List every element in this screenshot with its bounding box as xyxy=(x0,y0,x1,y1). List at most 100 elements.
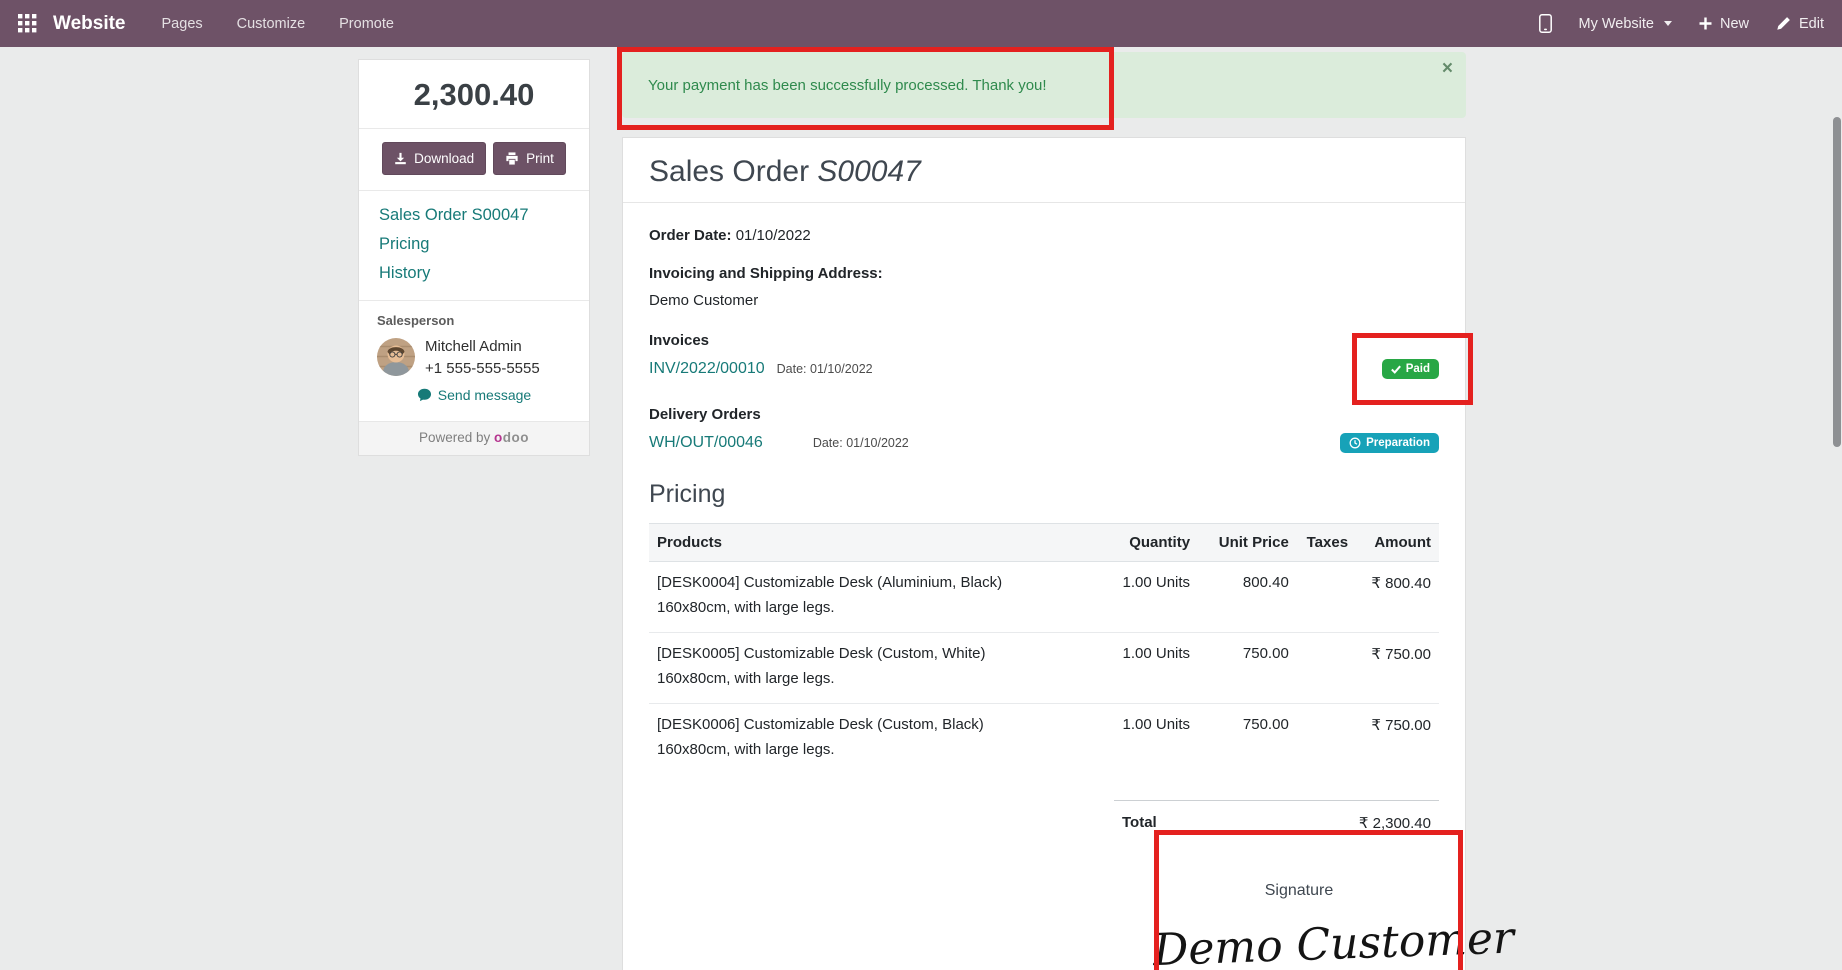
chat-bubble-icon xyxy=(417,388,432,402)
send-message-link[interactable]: Send message xyxy=(417,387,531,403)
plus-icon xyxy=(1699,17,1712,30)
total-amount: ₹ 2,300.40 xyxy=(1359,814,1431,832)
signature-label: Signature xyxy=(1153,882,1445,900)
order-title-prefix: Sales Order xyxy=(649,155,817,188)
invoice-date: Date: 01/10/2022 xyxy=(777,362,873,376)
odoo-logo-rest: doo xyxy=(503,430,529,445)
invoice-date-label: Date: xyxy=(777,362,807,376)
odoo-logo[interactable]: o xyxy=(494,430,503,445)
product-amount: ₹ 800.40 xyxy=(1356,562,1439,633)
top-navbar: Website Pages Customize Promote My Websi… xyxy=(0,0,1842,47)
download-button[interactable]: Download xyxy=(382,142,486,175)
delivery-row: WH/OUT/00046 Date: 01/10/2022 Preparatio… xyxy=(649,433,1439,453)
download-label: Download xyxy=(414,151,474,166)
address-value: Demo Customer xyxy=(649,292,1439,309)
navbar-left: Website Pages Customize Promote xyxy=(18,13,428,35)
product-name: [DESK0006] Customizable Desk (Custom, Bl… xyxy=(657,716,1083,733)
check-icon xyxy=(1391,365,1401,374)
print-label: Print xyxy=(526,151,554,166)
invoice-row: INV/2022/00010 Date: 01/10/2022 Paid xyxy=(649,359,1439,379)
vertical-scrollbar[interactable] xyxy=(1833,117,1841,447)
nav-item-pages[interactable]: Pages xyxy=(162,16,203,32)
product-taxes xyxy=(1297,704,1356,775)
navbar-right: My Website New Edit xyxy=(1539,14,1825,33)
delivery-date: Date: 01/10/2022 xyxy=(813,436,909,450)
table-row: [DESK0005] Customizable Desk (Custom, Wh… xyxy=(649,633,1439,704)
pencil-icon xyxy=(1776,16,1791,31)
nav-item-promote[interactable]: Promote xyxy=(339,16,394,32)
salesperson-heading: Salesperson xyxy=(377,313,571,328)
delivery-link[interactable]: WH/OUT/00046 xyxy=(649,434,763,452)
edit-button[interactable]: Edit xyxy=(1776,16,1824,32)
powered-by-label: Powered by xyxy=(419,430,490,445)
salesperson-row: Mitchell Admin +1 555-555-5555 xyxy=(377,338,571,377)
product-name: [DESK0004] Customizable Desk (Aluminium,… xyxy=(657,574,1083,591)
signature-handwriting: Demo Customer xyxy=(1152,915,1446,970)
product-quantity: 1.00 Units xyxy=(1091,704,1198,775)
sidebar-nav-links: Sales Order S00047 Pricing History xyxy=(359,191,589,301)
total-row: Total ₹ 2,300.40 xyxy=(1114,800,1439,832)
mobile-preview-button[interactable] xyxy=(1539,14,1552,33)
close-icon[interactable]: × xyxy=(1442,59,1453,78)
order-body: Order Date: 01/10/2022 Invoicing and Shi… xyxy=(623,203,1465,970)
col-header-amount: Amount xyxy=(1356,524,1439,562)
page-title: Sales Order S00047 xyxy=(649,155,1439,189)
print-button[interactable]: Print xyxy=(493,142,566,175)
product-quantity: 1.00 Units xyxy=(1091,562,1198,633)
signature-block: Signature Demo Customer Demo Customer xyxy=(1153,882,1445,970)
invoices-label: Invoices xyxy=(649,332,1439,349)
invoice-link[interactable]: INV/2022/00010 xyxy=(649,360,765,378)
preparation-label: Preparation xyxy=(1366,437,1430,449)
product-description: 160x80cm, with large legs. xyxy=(657,741,1083,758)
printer-icon xyxy=(505,152,519,165)
product-taxes xyxy=(1297,633,1356,704)
app-brand-website[interactable]: Website xyxy=(53,13,126,35)
paid-label: Paid xyxy=(1406,363,1430,375)
my-website-dropdown[interactable]: My Website xyxy=(1579,16,1672,32)
product-amount: ₹ 750.00 xyxy=(1356,704,1439,775)
pricing-heading: Pricing xyxy=(649,480,1439,509)
chevron-down-icon xyxy=(1664,21,1672,26)
salesperson-details: Mitchell Admin +1 555-555-5555 xyxy=(425,338,540,377)
pricing-table: Products Quantity Unit Price Taxes Amoun… xyxy=(649,523,1439,774)
product-taxes xyxy=(1297,562,1356,633)
portal-page: Website Pages Customize Promote My Websi… xyxy=(0,0,1842,970)
product-description: 160x80cm, with large legs. xyxy=(657,599,1083,616)
delivery-date-label: Date: xyxy=(813,436,843,450)
salesperson-section: Salesperson Mitchell Admin xyxy=(359,301,589,421)
apps-grid-icon[interactable] xyxy=(18,14,37,33)
total-label: Total xyxy=(1122,814,1157,832)
sidebar-link-sales-order[interactable]: Sales Order S00047 xyxy=(379,206,569,225)
table-row: [DESK0004] Customizable Desk (Aluminium,… xyxy=(649,562,1439,633)
table-row: [DESK0006] Customizable Desk (Custom, Bl… xyxy=(649,704,1439,775)
product-name: [DESK0005] Customizable Desk (Custom, Wh… xyxy=(657,645,1083,662)
apps-grid-glyph xyxy=(18,14,37,33)
product-unit-price: 750.00 xyxy=(1198,704,1297,775)
sidebar-link-pricing[interactable]: Pricing xyxy=(379,235,569,254)
status-badge-preparation: Preparation xyxy=(1340,433,1439,453)
sales-order-card: Sales Order S00047 Order Date: 01/10/202… xyxy=(622,137,1466,970)
order-date-line: Order Date: 01/10/2022 xyxy=(649,227,1439,244)
sidebar-link-history[interactable]: History xyxy=(379,264,569,283)
product-quantity: 1.00 Units xyxy=(1091,633,1198,704)
order-total-amount: 2,300.40 xyxy=(359,60,589,129)
col-header-products: Products xyxy=(649,524,1091,562)
status-badge-paid: Paid xyxy=(1382,359,1439,379)
product-unit-price: 800.40 xyxy=(1198,562,1297,633)
my-website-label: My Website xyxy=(1579,16,1654,32)
avatar xyxy=(377,338,415,376)
invoice-date-value: 01/10/2022 xyxy=(810,362,873,376)
order-date-label: Order Date: xyxy=(649,227,732,244)
download-icon xyxy=(394,152,407,165)
address-label: Invoicing and Shipping Address: xyxy=(649,265,1439,282)
order-header: Sales Order S00047 xyxy=(623,138,1465,203)
product-unit-price: 750.00 xyxy=(1198,633,1297,704)
nav-item-customize[interactable]: Customize xyxy=(237,16,306,32)
table-header-row: Products Quantity Unit Price Taxes Amoun… xyxy=(649,524,1439,562)
powered-by-footer: Powered by odoo xyxy=(359,421,589,455)
edit-label: Edit xyxy=(1799,16,1824,32)
product-description: 160x80cm, with large legs. xyxy=(657,670,1083,687)
new-button[interactable]: New xyxy=(1699,16,1749,32)
delivery-date-value: 01/10/2022 xyxy=(846,436,909,450)
send-message-label: Send message xyxy=(438,387,531,403)
